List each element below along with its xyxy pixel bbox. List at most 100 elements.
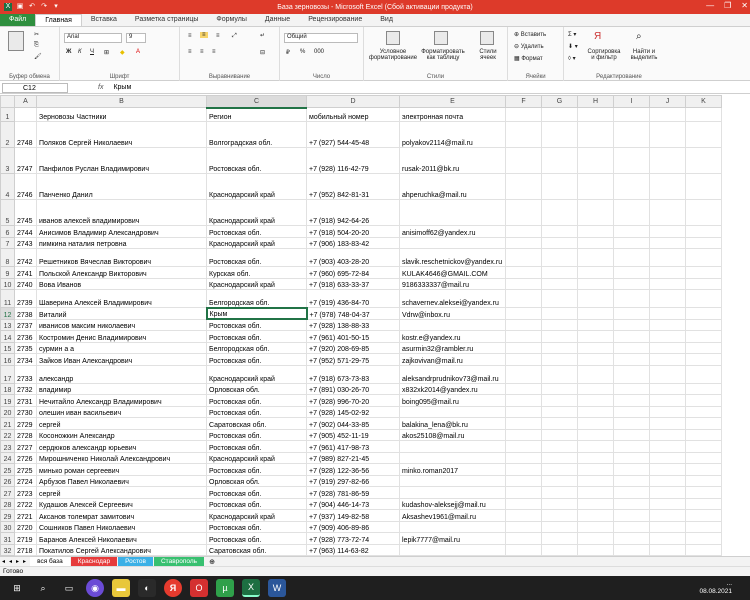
cell[interactable] [541, 394, 578, 407]
cell[interactable] [613, 382, 650, 395]
cell[interactable] [541, 428, 578, 441]
word-taskbar-icon[interactable]: W [268, 579, 286, 597]
cell[interactable] [577, 199, 614, 226]
row-header[interactable]: 19 [0, 394, 15, 407]
cell[interactable] [685, 509, 722, 522]
row-header[interactable]: 31 [0, 532, 15, 545]
cell[interactable] [505, 394, 542, 407]
cell[interactable] [541, 486, 578, 499]
cell[interactable] [649, 330, 686, 343]
cell-name[interactable]: олешин иван васильевич [36, 405, 207, 418]
cell-id[interactable]: 2743 [14, 236, 37, 249]
cell[interactable] [505, 520, 542, 533]
cell-id[interactable]: 2741 [14, 266, 37, 279]
cell[interactable] [613, 394, 650, 407]
cell[interactable] [541, 248, 578, 267]
row-header[interactable]: 27 [0, 486, 15, 499]
cell[interactable] [649, 107, 686, 122]
maximize-button[interactable]: ❐ [724, 1, 731, 10]
next-sheet-icon[interactable]: ▸ [16, 558, 19, 565]
cell-region[interactable]: Волгоградская обл. [206, 121, 307, 148]
clear-icon[interactable]: ◊ ▾ [568, 55, 576, 62]
cell-email[interactable]: kudashov-aleksejj@mail.ru [399, 497, 506, 510]
cell-phone[interactable]: +7 (906) 183-83-42 [306, 236, 400, 249]
cell[interactable] [649, 497, 686, 510]
cell[interactable] [577, 248, 614, 267]
cell[interactable] [685, 277, 722, 290]
cell[interactable] [505, 318, 542, 331]
bold-icon[interactable]: Ж [66, 49, 71, 55]
cell[interactable] [505, 382, 542, 395]
italic-icon[interactable]: К [78, 49, 82, 55]
cell[interactable] [613, 248, 650, 267]
cell-phone[interactable]: +7 (952) 842-81-31 [306, 173, 400, 200]
cell[interactable] [541, 382, 578, 395]
cell[interactable] [649, 173, 686, 200]
cell[interactable] [649, 341, 686, 354]
cell-id[interactable]: 2720 [14, 520, 37, 533]
cell-id[interactable]: 2724 [14, 474, 37, 487]
cell[interactable] [613, 173, 650, 200]
cell[interactable] [613, 353, 650, 366]
cell-id[interactable]: 2732 [14, 382, 37, 395]
row-header[interactable]: 5 [0, 199, 15, 226]
cell[interactable] [505, 341, 542, 354]
cell-region[interactable]: Ростовская обл. [206, 440, 307, 453]
cell[interactable] [685, 307, 722, 320]
cell[interactable] [541, 147, 578, 174]
cell[interactable] [613, 318, 650, 331]
cell-region[interactable]: Краснодарский край [206, 173, 307, 200]
cell[interactable] [541, 353, 578, 366]
cell[interactable] [505, 330, 542, 343]
cell-phone[interactable]: +7 (928) 145-02-92 [306, 405, 400, 418]
cell-name[interactable]: сурмин а а [36, 341, 207, 354]
search-icon[interactable]: ⌕ [34, 579, 52, 597]
cell[interactable] [505, 277, 542, 290]
cell[interactable] [685, 341, 722, 354]
fill-color-icon[interactable]: ◆ [120, 49, 125, 56]
cell-id[interactable]: 2742 [14, 248, 37, 267]
cell[interactable] [505, 121, 542, 148]
cell[interactable] [505, 474, 542, 487]
cell[interactable] [613, 451, 650, 464]
cell[interactable] [577, 440, 614, 453]
cell[interactable] [505, 266, 542, 279]
cell-email[interactable] [399, 318, 506, 331]
cell[interactable] [505, 486, 542, 499]
tab-page-layout[interactable]: Разметка страницы [126, 14, 208, 26]
cell[interactable] [685, 289, 722, 308]
cell-email[interactable]: aleksandrprudnikov73@mail.ru [399, 364, 506, 384]
delete-cells-button[interactable]: ⊖ Удалить [514, 43, 544, 50]
cond-format-button[interactable]: Условное форматирование [366, 49, 420, 61]
cell[interactable] [505, 451, 542, 464]
cell-region[interactable]: Ростовская обл. [206, 486, 307, 499]
cell[interactable] [613, 405, 650, 418]
row-header[interactable]: 15 [0, 341, 15, 354]
cell[interactable] [541, 107, 578, 122]
cell[interactable] [541, 330, 578, 343]
cell-phone[interactable]: +7 (928) 138-88-33 [306, 318, 400, 331]
number-format-select[interactable]: Общий [284, 33, 358, 43]
cell-name[interactable]: Панфилов Руслан Владимирович [36, 147, 207, 174]
cell-region[interactable]: Белгородская обл. [206, 289, 307, 308]
align-left-icon[interactable]: ≡ [188, 49, 192, 55]
cell[interactable] [541, 364, 578, 384]
cell-phone[interactable]: +7 (905) 452-11-19 [306, 428, 400, 441]
tab-review[interactable]: Рецензирование [299, 14, 371, 26]
cell[interactable] [685, 353, 722, 366]
row-header[interactable]: 11 [0, 289, 15, 308]
cell[interactable] [577, 353, 614, 366]
cell-name[interactable]: иванисов максим николаевич [36, 318, 207, 331]
start-icon[interactable]: ⊞ [8, 579, 26, 597]
browser-icon[interactable]: ◐ [138, 579, 156, 597]
opera-icon[interactable]: O [190, 579, 208, 597]
cell-phone[interactable]: +7 (978) 748-04-37 [306, 307, 400, 320]
align-top-icon[interactable]: ≡ [188, 33, 192, 39]
cell[interactable] [577, 289, 614, 308]
sort-filter-icon[interactable]: Я [594, 31, 601, 42]
cell[interactable] [685, 318, 722, 331]
cell[interactable] [505, 199, 542, 226]
cell[interactable] [685, 428, 722, 441]
cell-name[interactable]: Костромин Денис Владимирович [36, 330, 207, 343]
excel-taskbar-icon[interactable]: X [242, 579, 260, 597]
